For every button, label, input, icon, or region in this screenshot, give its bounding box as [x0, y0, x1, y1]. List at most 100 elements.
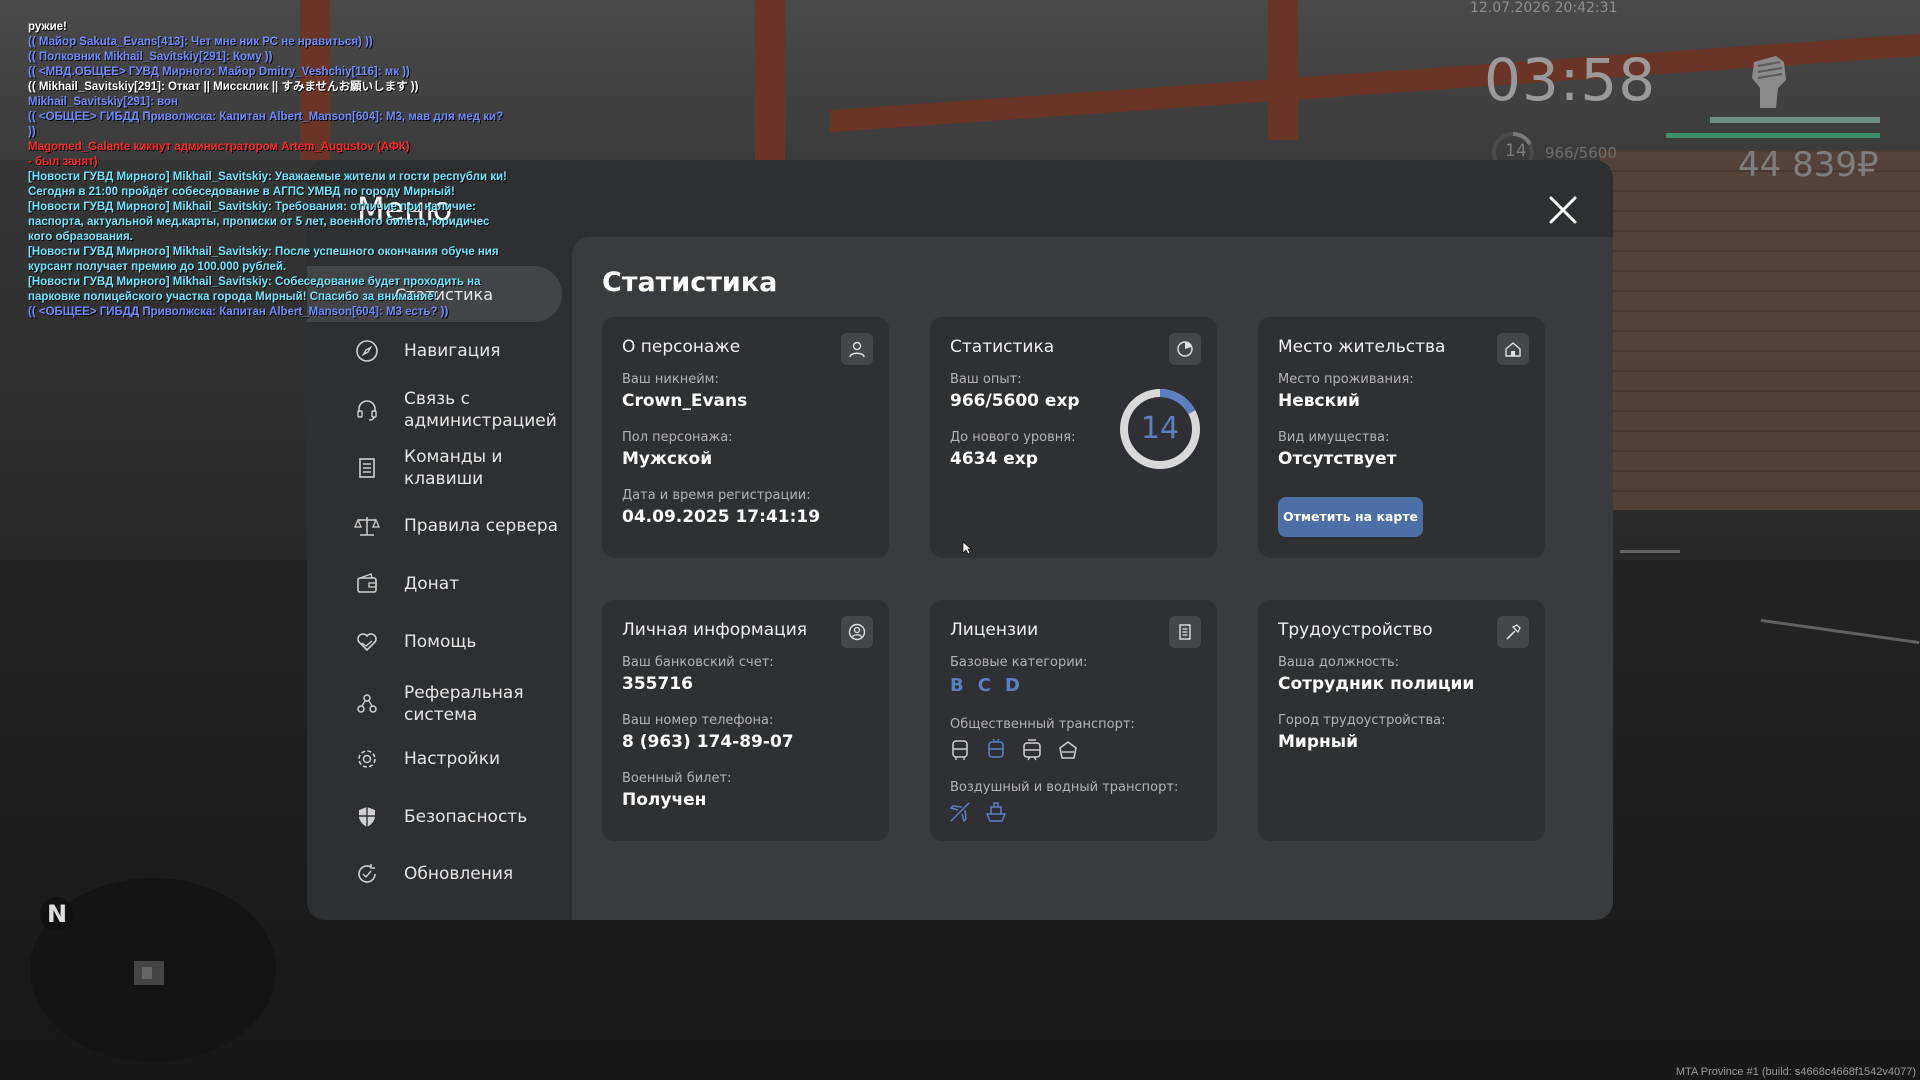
base-categories: BCD: [950, 675, 1034, 696]
chat-line: [Новости ГУВД Мирного] Mikhail_Savitskiy…: [28, 276, 481, 303]
section-title: Статистика: [602, 267, 778, 298]
nav-label: Безопасность: [404, 807, 528, 827]
build-info: MTA Province #1 (build: s4668c4668f1542v…: [1675, 1066, 1916, 1078]
hud-health-bar: [1710, 117, 1880, 123]
nav-item-security[interactable]: Безопасность: [350, 800, 570, 834]
nav-label: Настройки: [404, 749, 501, 769]
nav-label: Навигация: [404, 341, 501, 361]
card-title: О персонаже: [622, 337, 741, 357]
gender-value: Мужской: [622, 449, 713, 469]
exp-value: 966/5600 exp: [950, 391, 1080, 411]
phone-value: 8 (963) 174-89-07: [622, 732, 794, 752]
compass-icon: [350, 334, 384, 368]
chat-line: [Новости ГУВД Мирного] Mikhail_Savitskiy…: [28, 246, 499, 273]
metro-icon: [1059, 741, 1077, 759]
nav-label: Реферальная система: [404, 683, 524, 725]
chat-line: [Новости ГУВД Мирного] Mikhail_Savitskiy…: [28, 201, 490, 243]
next-level-label: До нового уровня:: [950, 430, 1076, 445]
public-transport-icons: [948, 738, 1092, 766]
category-c: C: [977, 675, 991, 696]
nav-label: Донат: [404, 574, 460, 594]
nav-item-referral[interactable]: Реферальная система: [350, 682, 570, 726]
job-city-label: Город трудоустройства:: [1278, 713, 1446, 728]
nav-item-rules[interactable]: Правила сервера: [350, 509, 570, 543]
chat-line: (( <ОБЩЕЕ> ГИБДД Приволжска: Капитан Alb…: [28, 306, 449, 318]
bus-icon: [952, 740, 968, 760]
trolleybus-icon: [988, 738, 1004, 758]
house-icon: [134, 961, 164, 985]
hud-datetime: 12.07.2026 20:42:31: [1470, 0, 1618, 16]
mark-on-map-button[interactable]: Отметить на карте: [1278, 497, 1423, 537]
nav-label: Команды и клавиши: [404, 447, 503, 489]
registration-value: 04.09.2025 17:41:19: [622, 507, 821, 527]
nav-item-navigation[interactable]: Навигация: [350, 334, 570, 368]
air-water-transport-label: Воздушный и водный транспорт:: [950, 780, 1179, 795]
category-b: B: [950, 675, 964, 696]
card-character: О персонаже Ваш никнейм: Crown_Evans Пол…: [602, 317, 889, 558]
referral-icon: [350, 687, 384, 721]
military-value: Получен: [622, 790, 707, 810]
nav-label: Связь с администрацией: [404, 389, 557, 431]
property-value: Отсутствует: [1278, 449, 1397, 469]
exp-label: Ваш опыт:: [950, 372, 1022, 387]
level-number: 14: [1140, 411, 1180, 446]
floor-stripe: [1620, 550, 1680, 553]
job-city-value: Мирный: [1278, 732, 1359, 752]
chat-line: - был занят): [28, 156, 98, 168]
chat-line: Magomed_Galante кикнут администратором A…: [28, 141, 410, 153]
military-label: Военный билет:: [622, 771, 732, 786]
public-transport-label: Общественный транспорт:: [950, 717, 1135, 732]
nav-item-updates[interactable]: Обновления: [350, 857, 570, 891]
clock-chart-icon: [1169, 333, 1201, 365]
chat-line: (( <ОБЩЕЕ> ГИБДД Приволжска: Капитан Alb…: [28, 111, 504, 138]
user-icon: [841, 333, 873, 365]
nav-item-settings[interactable]: Настройки: [350, 742, 570, 776]
shield-icon: [350, 800, 384, 834]
chat-line: ружие!: [28, 21, 67, 33]
refresh-icon: [350, 857, 384, 891]
nav-label: Помощь: [404, 632, 477, 652]
hammer-icon: [1497, 616, 1529, 648]
nick-label: Ваш никнейм:: [622, 372, 719, 387]
chat-line: [Новости ГУВД Мирного] Mikhail_Savitskiy…: [28, 171, 507, 198]
nav-item-donate[interactable]: Донат: [350, 567, 570, 601]
nav-label: Обновления: [404, 864, 514, 884]
residence-label: Место проживания:: [1278, 372, 1414, 387]
minimap-north: N: [40, 897, 74, 931]
bank-label: Ваш банковский счет:: [622, 655, 774, 670]
position-label: Ваша должность:: [1278, 655, 1400, 670]
air-water-transport-icons: [948, 800, 1020, 828]
position-value: Сотрудник полиции: [1278, 674, 1475, 694]
brick-wall: [1600, 150, 1920, 510]
card-title: Статистика: [950, 337, 1055, 357]
property-label: Вид имущества:: [1278, 430, 1390, 445]
nav-item-commands[interactable]: Команды и клавиши: [350, 446, 570, 490]
residence-value: Невский: [1278, 391, 1360, 411]
card-personal-info: Личная информация Ваш банковский счет: 3…: [602, 600, 889, 841]
chat-line: (( Mikhail_Savitskiy[291]: Откат || Мисс…: [28, 81, 419, 93]
close-icon[interactable]: [1546, 193, 1580, 227]
license-icon: [1169, 616, 1201, 648]
card-title: Личная информация: [622, 620, 808, 640]
ceiling-beam: [1268, 0, 1298, 140]
scales-icon: [350, 509, 384, 543]
gear-icon: [350, 742, 384, 776]
chat-line: Mikhail_Savitskiy[291]: вон: [28, 96, 179, 108]
plane-icon: [949, 802, 970, 823]
headset-icon: [350, 393, 384, 427]
document-icon: [350, 451, 384, 485]
card-title: Лицензии: [950, 620, 1039, 640]
mouse-cursor-icon: [962, 541, 972, 555]
fist-icon: [1752, 56, 1786, 108]
nav-item-admin-contact[interactable]: Связь с администрацией: [350, 388, 570, 432]
chat-line: (( Полковник Mikhail_Savitskiy[291]: Ком…: [28, 51, 273, 63]
ceiling-beam: [755, 0, 785, 160]
chat-line: (( Майор Sakuta_Evans[413]: Чет мне ник …: [28, 36, 373, 48]
chat-log: ружие! (( Майор Sakuta_Evans[413]: Чет мн…: [28, 20, 508, 320]
nick-value: Crown_Evans: [622, 391, 748, 411]
nav-item-help[interactable]: Помощь: [350, 625, 570, 659]
card-residence: Место жительства Место проживания: Невск…: [1258, 317, 1545, 558]
card-title: Место жительства: [1278, 337, 1446, 357]
hud-clock: 03:58: [1484, 46, 1657, 114]
heart-hand-icon: [350, 625, 384, 659]
